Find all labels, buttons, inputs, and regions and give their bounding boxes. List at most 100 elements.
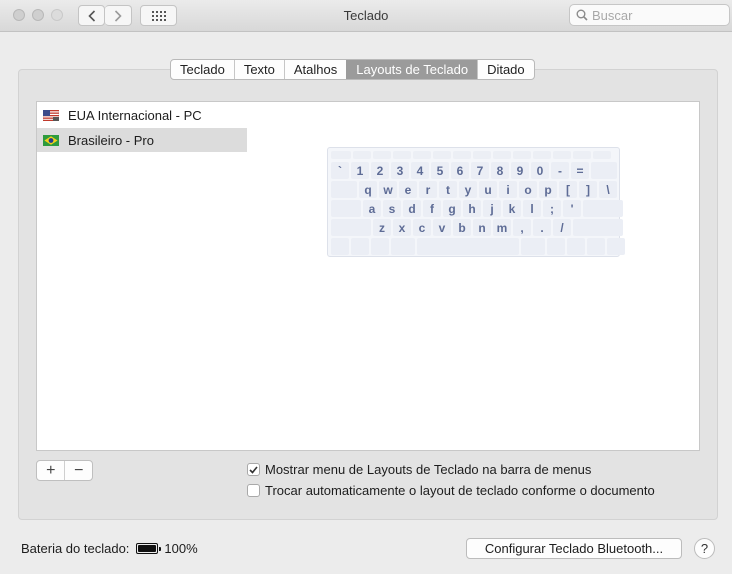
key: .: [533, 219, 551, 236]
tab-layouts-de-teclado[interactable]: Layouts de Teclado: [346, 60, 478, 79]
configure-bluetooth-keyboard-button[interactable]: Configurar Teclado Bluetooth...: [466, 538, 682, 559]
key: [433, 151, 451, 159]
key: j: [483, 200, 501, 217]
add-layout-button[interactable]: +: [37, 461, 64, 480]
key: =: [571, 162, 589, 179]
key: [521, 238, 545, 255]
key: g: [443, 200, 461, 217]
key: 3: [391, 162, 409, 179]
key: [351, 238, 369, 255]
key: k: [503, 200, 521, 217]
key: n: [473, 219, 491, 236]
remove-layout-button[interactable]: −: [64, 461, 92, 480]
key: [413, 151, 431, 159]
search-input[interactable]: [592, 7, 726, 23]
key: e: [399, 181, 417, 198]
search-icon: [576, 9, 588, 21]
key: [453, 151, 471, 159]
key: [373, 151, 391, 159]
tab-ditado[interactable]: Ditado: [477, 60, 534, 79]
key: u: [479, 181, 497, 198]
battery-label: Bateria do teclado:: [21, 541, 130, 556]
key: [331, 151, 351, 159]
checkmark-icon: [249, 465, 258, 474]
key: p: [539, 181, 557, 198]
key: [371, 238, 389, 255]
key: [573, 151, 591, 159]
key: f: [423, 200, 441, 217]
key: [567, 238, 585, 255]
keyboard-space-row: [331, 238, 625, 255]
key: ]: [579, 181, 597, 198]
key: /: [553, 219, 571, 236]
key: c: [413, 219, 431, 236]
key: [391, 238, 415, 255]
key: t: [439, 181, 457, 198]
key: ,: [513, 219, 531, 236]
key: [393, 151, 411, 159]
battery-status: Bateria do teclado: 100%: [21, 541, 198, 556]
auto-switch-label: Trocar automaticamente o layout de tecla…: [265, 483, 655, 498]
keyboard-layout-preview: ` 1 2 3 4 5 6 7 8 9 0 - = q w e r t y u …: [327, 147, 625, 257]
key: b: [453, 219, 471, 236]
key: 5: [431, 162, 449, 179]
key: m: [493, 219, 511, 236]
key: [533, 151, 551, 159]
add-remove-control: + −: [36, 460, 93, 481]
key: 9: [511, 162, 529, 179]
key: [591, 162, 617, 179]
key: [331, 200, 361, 217]
show-menu-option[interactable]: Mostrar menu de Layouts de Teclado na ba…: [247, 462, 591, 477]
key: 2: [371, 162, 389, 179]
show-menu-label: Mostrar menu de Layouts de Teclado na ba…: [265, 462, 592, 477]
key: [473, 151, 491, 159]
auto-switch-checkbox[interactable]: [247, 484, 260, 497]
help-button[interactable]: ?: [694, 538, 715, 559]
key: [553, 151, 571, 159]
key: a: [363, 200, 381, 217]
battery-percent: 100%: [164, 541, 198, 556]
key: 8: [491, 162, 509, 179]
keyboard-row-1: ` 1 2 3 4 5 6 7 8 9 0 - =: [331, 162, 617, 179]
key: [587, 238, 605, 255]
tab-atalhos[interactable]: Atalhos: [283, 60, 346, 79]
list-item-label: EUA Internacional - PC: [68, 107, 202, 123]
list-item-eua-internacional[interactable]: EUA Internacional - PC: [37, 103, 247, 127]
keyboard-row-3: a s d f g h j k l ; ': [331, 200, 623, 217]
key: [331, 238, 349, 255]
title-bar: Teclado: [0, 0, 732, 32]
key: w: [379, 181, 397, 198]
brazil-flag-icon: [43, 134, 59, 146]
key: [547, 238, 565, 255]
list-item-brasileiro-pro[interactable]: Brasileiro - Pro: [37, 128, 247, 152]
keyboard-row-2: q w e r t y u i o p [ ] \: [331, 181, 617, 198]
key: [331, 181, 357, 198]
show-menu-checkbox[interactable]: [247, 463, 260, 476]
key: [353, 151, 371, 159]
key: [583, 200, 623, 217]
function-key-row: [331, 151, 611, 159]
key: `: [331, 162, 349, 179]
tab-texto[interactable]: Texto: [233, 60, 284, 79]
key: 1: [351, 162, 369, 179]
key: [: [559, 181, 577, 198]
key: l: [523, 200, 541, 217]
key: z: [373, 219, 391, 236]
search-field[interactable]: [569, 4, 730, 26]
tab-teclado[interactable]: Teclado: [171, 60, 234, 79]
key: 4: [411, 162, 429, 179]
key: ': [563, 200, 581, 217]
tab-bar: Teclado Texto Atalhos Layouts de Teclado…: [170, 59, 535, 80]
input-sources-list: EUA Internacional - PC Brasileiro - Pro: [36, 101, 248, 451]
key: -: [551, 162, 569, 179]
key: [607, 238, 625, 255]
auto-switch-option[interactable]: Trocar automaticamente o layout de tecla…: [247, 483, 655, 498]
key: i: [499, 181, 517, 198]
key: [331, 219, 371, 236]
key: d: [403, 200, 421, 217]
space-key: [417, 238, 519, 255]
key: [513, 151, 531, 159]
keyboard-row-4: z x c v b n m , . /: [331, 219, 623, 236]
list-item-label: Brasileiro - Pro: [68, 132, 154, 148]
key: 6: [451, 162, 469, 179]
